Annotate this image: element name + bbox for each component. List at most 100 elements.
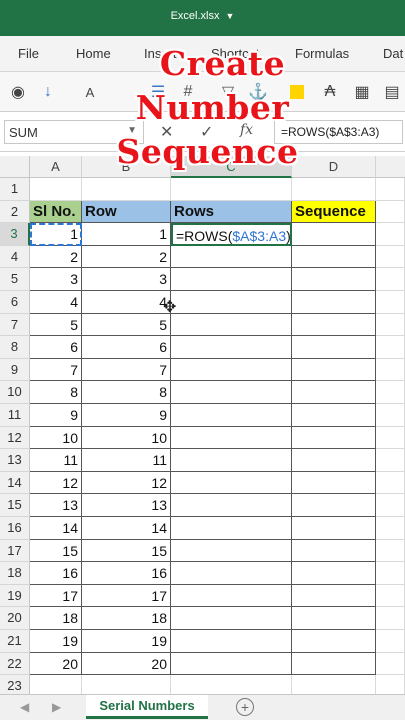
cell-a14[interactable]: 12 [30,471,82,495]
cell-c18[interactable] [171,562,292,585]
cell-a22[interactable]: 20 [30,652,82,676]
cell-d4[interactable] [292,245,376,269]
next-sheet-icon[interactable]: ▶ [52,700,61,714]
cell-a12[interactable]: 10 [30,426,82,450]
cell-b4[interactable]: 2 [82,245,171,269]
cell-a15[interactable]: 13 [30,494,82,517]
cell-b16[interactable]: 14 [82,517,171,540]
row-header[interactable]: 18 [0,562,30,585]
cell-d13[interactable] [292,449,376,472]
cell-b9[interactable]: 7 [82,358,171,382]
header-sequence[interactable]: Sequence [292,200,376,224]
row-header[interactable]: 20 [0,607,30,630]
row-header[interactable]: 10 [0,381,30,404]
cell-a21[interactable]: 19 [30,630,82,653]
row-header[interactable]: 11 [0,404,30,427]
cell-e21[interactable] [376,630,405,653]
cell-b22[interactable]: 20 [82,652,171,676]
cell-a10[interactable]: 8 [30,381,82,404]
cell-d15[interactable] [292,494,376,517]
cell-e5[interactable] [376,268,405,291]
cell-c10[interactable] [171,381,292,404]
cell-a11[interactable]: 9 [30,404,82,427]
cell-e3[interactable] [376,223,405,246]
cell-d22[interactable] [292,652,376,676]
cell-a6[interactable]: 4 [30,291,82,314]
row-header[interactable]: 6 [0,291,30,314]
cell-d14[interactable] [292,471,376,495]
cell-b3[interactable]: 1 [82,223,171,246]
previous-sheet-icon[interactable]: ◀ [20,700,29,714]
cell-e16[interactable] [376,517,405,540]
cell-b13[interactable]: 11 [82,449,171,472]
cell-c13[interactable] [171,449,292,472]
cell-d8[interactable] [292,336,376,359]
cell-c6[interactable] [171,291,292,314]
cell-e7[interactable] [376,313,405,337]
cell-e6[interactable] [376,291,405,314]
row-header[interactable]: 7 [0,313,30,337]
row-header[interactable]: 19 [0,584,30,608]
header-rows[interactable]: Rows [171,200,292,224]
cell-c12[interactable] [171,426,292,450]
cell-a20[interactable]: 18 [30,607,82,630]
cell-d10[interactable] [292,381,376,404]
cell-e1[interactable] [376,178,405,201]
sheet-tab-serial-numbers[interactable]: Serial Numbers [86,695,208,719]
cell-b10[interactable]: 8 [82,381,171,404]
cell-c14[interactable] [171,471,292,495]
cell-e18[interactable] [376,562,405,585]
cell-e2[interactable] [376,200,405,224]
cell-d18[interactable] [292,562,376,585]
cell-e17[interactable] [376,539,405,563]
cell-c7[interactable] [171,313,292,337]
cell-e22[interactable] [376,652,405,676]
cell-c21[interactable] [171,630,292,653]
header-sl-no[interactable]: Sl No. [30,200,82,224]
cell-a17[interactable]: 15 [30,539,82,563]
row-header[interactable]: 16 [0,517,30,540]
cell-d12[interactable] [292,426,376,450]
cell-d11[interactable] [292,404,376,427]
cell-b18[interactable]: 16 [82,562,171,585]
cell-b12[interactable]: 10 [82,426,171,450]
cell-b14[interactable]: 12 [82,471,171,495]
cell-d3[interactable] [292,223,376,246]
cell-d21[interactable] [292,630,376,653]
cell-d20[interactable] [292,607,376,630]
cell-b5[interactable]: 3 [82,268,171,291]
cell-c9[interactable] [171,358,292,382]
cell-c17[interactable] [171,539,292,563]
cell-d17[interactable] [292,539,376,563]
cell-b21[interactable]: 19 [82,630,171,653]
row-header[interactable]: 12 [0,426,30,450]
cell-a1[interactable] [30,178,82,201]
cell-b15[interactable]: 13 [82,494,171,517]
cell-e12[interactable] [376,426,405,450]
cell-a7[interactable]: 5 [30,313,82,337]
cell-a9[interactable]: 7 [30,358,82,382]
cell-c11[interactable] [171,404,292,427]
cell-c20[interactable] [171,607,292,630]
cell-e15[interactable] [376,494,405,517]
row-header[interactable]: 17 [0,539,30,563]
cell-c22[interactable] [171,652,292,676]
cell-a18[interactable]: 16 [30,562,82,585]
cell-e4[interactable] [376,245,405,269]
cell-e13[interactable] [376,449,405,472]
chevron-down-icon[interactable]: ▼ [225,11,234,21]
cell-c8[interactable] [171,336,292,359]
cell-e10[interactable] [376,381,405,404]
cell-e11[interactable] [376,404,405,427]
row-header[interactable]: 3 [0,223,30,246]
row-header[interactable]: 2 [0,200,30,224]
cell-a4[interactable]: 2 [30,245,82,269]
cell-d5[interactable] [292,268,376,291]
cell-b11[interactable]: 9 [82,404,171,427]
cell-b8[interactable]: 6 [82,336,171,359]
cell-d19[interactable] [292,584,376,608]
cell-c4[interactable] [171,245,292,269]
cell-a19[interactable]: 17 [30,584,82,608]
row-header[interactable]: 4 [0,245,30,269]
row-header[interactable]: 1 [0,178,30,201]
